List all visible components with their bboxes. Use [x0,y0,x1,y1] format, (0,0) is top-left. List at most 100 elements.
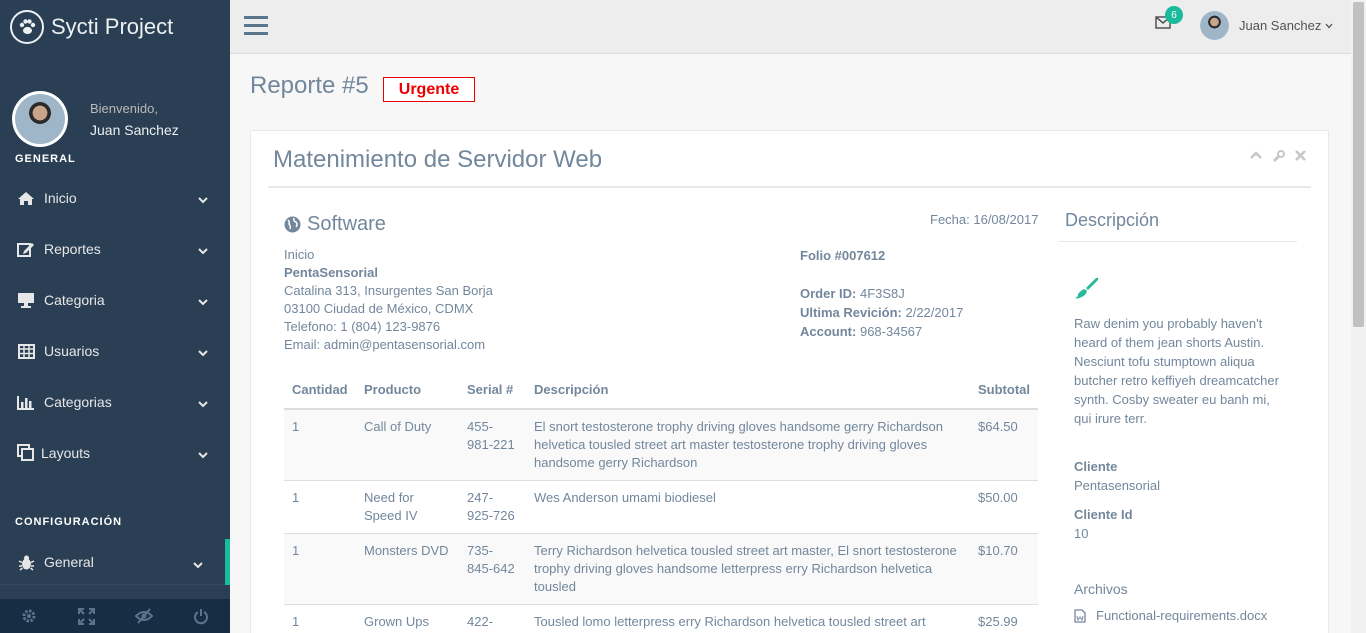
cell-serial: 422- [459,604,526,633]
column-header: Cantidad [284,371,356,410]
top-nav: 6 Juan Sanchez [230,0,1351,54]
cell-subtotal: $64.50 [970,408,1038,481]
section-title: Software [307,213,386,235]
power-icon [194,608,209,624]
chevron-down-icon [198,395,208,411]
divider [268,186,1311,188]
priority-badge: Urgente [383,77,475,102]
logout-button[interactable] [173,599,231,633]
settings-icon [22,609,36,623]
items-table: Cantidad Producto Serial # Descripción S… [284,371,1038,633]
fullscreen-icon [77,607,95,625]
sidebar-item-categoria[interactable]: Categoria [0,281,230,319]
cell-qty: 1 [284,533,356,605]
sidebar-item-reportes[interactable]: Reportes [0,230,230,268]
column-header: Producto [356,371,459,410]
wrench-icon[interactable] [1272,150,1285,163]
phone: Telefono: 1 (804) 123-9876 [284,319,441,334]
lock-button[interactable] [115,599,173,633]
divider [1059,241,1297,242]
sidebar-item-label: Reportes [44,241,101,257]
section-general: GENERAL [15,153,76,165]
account: 968-34567 [859,324,923,339]
paw-icon [10,10,44,44]
close-icon[interactable] [1295,150,1306,161]
messages-button[interactable]: 6 [1155,6,1183,32]
globe-icon [284,216,301,233]
company-name: PentaSensorial [284,265,378,280]
page-title: Reporte #5 [250,72,369,99]
files-title: Archivos [1074,581,1128,597]
chevron-up-icon[interactable] [1250,150,1262,160]
avatar [12,91,68,147]
cell-product: Call of Duty [356,408,459,481]
sidebar-item-categorias[interactable]: Categorias [0,383,230,421]
account-label: Account: [800,324,857,339]
user-menu[interactable]: Juan Sanchez [1200,11,1333,40]
sidebar-footer [0,599,230,633]
bar-chart-icon [15,395,37,410]
cell-qty: 1 [284,604,356,633]
file-link[interactable]: Functional-requirements.docx [1074,608,1267,623]
column-header: Subtotal [970,371,1038,410]
cell-qty: 1 [284,408,356,481]
address-block: Inicio PentaSensorial Catalina 313, Insu… [284,246,493,354]
address-line: Inicio [284,247,315,262]
file-word-icon [1074,608,1086,623]
scrollbar-thumb[interactable] [1353,2,1364,327]
bug-icon [15,554,37,571]
cell-subtotal: $10.70 [970,533,1038,605]
sidebar-item-label: Usuarios [44,343,100,359]
menu-toggle-button[interactable] [244,15,268,39]
welcome-text: Bienvenido, [90,100,158,116]
column-header: Descripción [526,371,970,410]
sidebar-item-layouts[interactable]: Layouts [0,434,230,472]
file-name[interactable]: Functional-requirements.docx [1096,608,1267,623]
paint-brush-icon [1074,276,1100,305]
settings-button[interactable] [0,599,58,633]
brand[interactable]: Sycti Project [0,0,230,54]
table-row: 1 Need for Speed IV 247-925-726 Wes Ande… [284,480,1038,534]
eye-slash-icon [134,608,153,624]
hamburger-icon [244,16,268,35]
order-info: Folio #007612 Order ID: 4F3S8J Ultima Re… [800,246,963,341]
description-title: Descripción [1065,210,1160,230]
order-id-label: Order ID: [800,286,857,301]
chevron-down-icon [193,556,203,572]
sidebar-item-inicio[interactable]: Inicio [0,179,230,217]
sidebar-item-label: Categorias [44,394,112,410]
revision-label: Ultima Revición: [800,305,902,320]
cell-subtotal: $25.99 [970,604,1038,633]
sidebar-item-label: Layouts [41,445,91,461]
panel-title: Matenimiento de Servidor Web [273,146,603,173]
sidebar-item-general[interactable]: General [0,539,230,585]
client-label: Cliente [1074,459,1118,474]
cell-description: El snort testosterone trophy driving glo… [526,408,970,481]
fullscreen-button[interactable] [58,599,116,633]
revision-date: 2/22/2017 [905,305,964,320]
clone-icon [15,444,37,462]
address-line: Catalina 313, Insurgentes San Borja [284,283,493,298]
section-heading: Software [284,213,386,236]
cell-product: Need for Speed IV [356,480,459,534]
client-value: Pentasensorial [1074,478,1160,493]
cell-subtotal: $50.00 [970,480,1038,534]
chevron-down-icon [198,446,208,462]
sidebar-item-label: General [44,554,94,570]
sidebar: Sycti Project Bienvenido, Juan Sanchez G… [0,0,230,633]
description-text: Raw denim you probably haven't heard of … [1074,316,1279,426]
description-panel: Descripción Raw denim you probably haven… [1059,201,1297,633]
client-id-value: 10 [1074,526,1089,541]
chevron-down-icon [198,344,208,360]
chevron-down-icon [1325,23,1333,28]
cell-product: Monsters DVD [356,533,459,605]
sidebar-item-usuarios[interactable]: Usuarios [0,332,230,370]
cell-serial: 735-845-642 [459,533,526,605]
profile: Bienvenido, Juan Sanchez [0,74,230,164]
email: Email: admin@pentasensorial.com [284,337,486,352]
order-id: 4F3S8J [859,286,905,301]
scrollbar[interactable] [1351,0,1366,633]
app-title: Sycti Project [51,14,174,39]
column-header: Serial # [459,371,526,410]
cell-description: Terry Richardson helvetica tousled stree… [526,533,970,605]
